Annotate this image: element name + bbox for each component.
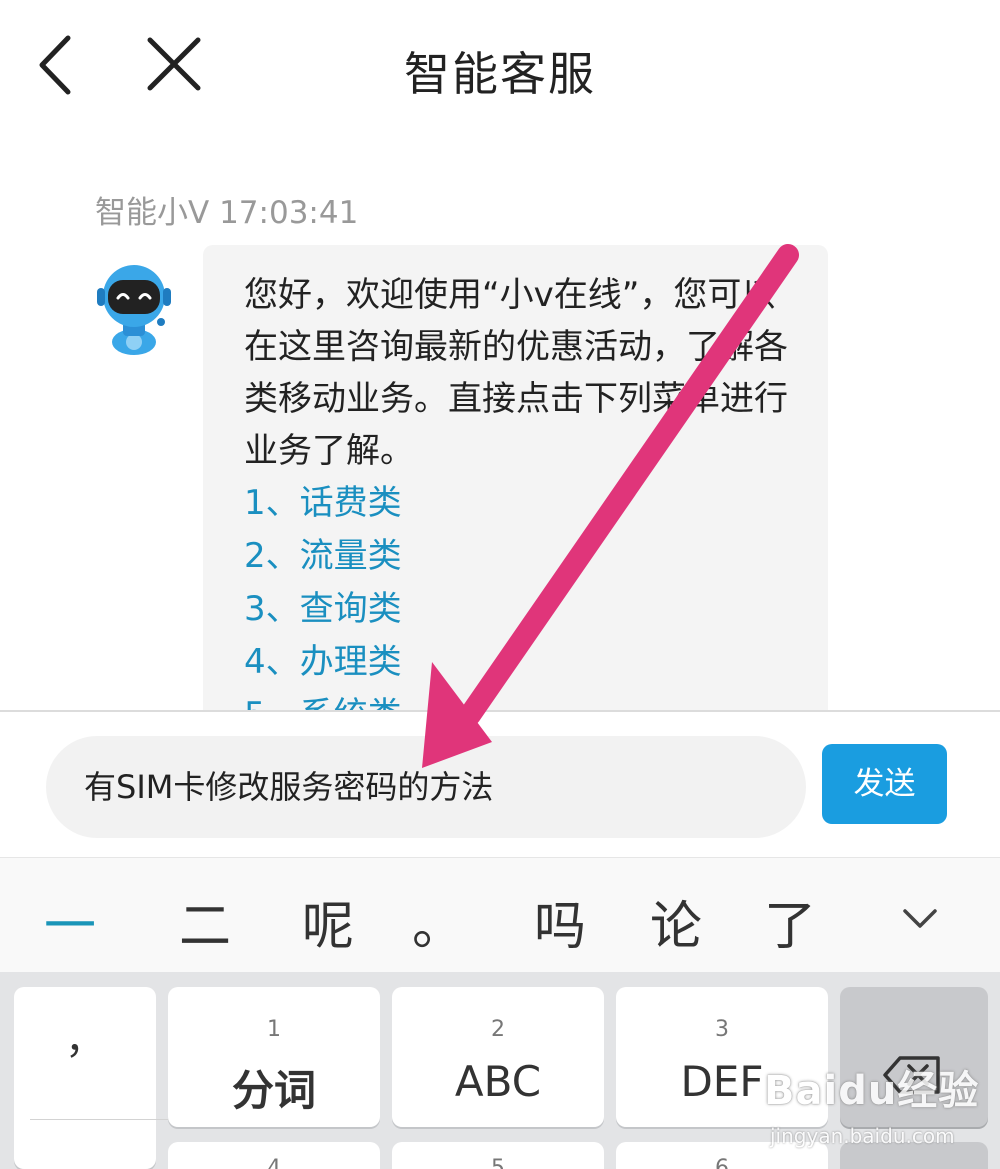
robot-avatar-icon bbox=[97, 265, 171, 355]
candidate-item[interactable]: 。 bbox=[398, 884, 478, 959]
chevron-down-icon[interactable] bbox=[893, 891, 947, 945]
key-label: ， bbox=[65, 1017, 105, 1063]
menu-item-query[interactable]: 3、查询类 bbox=[244, 583, 798, 636]
chat-area[interactable]: 智能小V 17:03:41 您好，欢迎使用“小v在线”，您可以在这里咨询最新的优… bbox=[0, 135, 1000, 710]
key-number: 5 bbox=[491, 1156, 505, 1169]
candidate-item[interactable]: 了 bbox=[750, 884, 830, 959]
key-4[interactable]: 4 bbox=[168, 1142, 380, 1169]
candidate-item[interactable]: 论 bbox=[636, 884, 716, 959]
key-punctuation[interactable]: ， bbox=[14, 987, 168, 1169]
candidate-item[interactable]: 一 bbox=[30, 884, 110, 959]
divider bbox=[30, 1119, 168, 1120]
key-1[interactable]: 1 分词 bbox=[168, 987, 380, 1127]
watermark-logo: Baidu经验 bbox=[764, 1068, 980, 1114]
sender-name: 智能小V bbox=[95, 195, 210, 231]
send-button[interactable]: 发送 bbox=[822, 744, 947, 824]
key-number: 1 bbox=[267, 1017, 281, 1042]
baidu-jingyan-watermark: Baidu经验 jingyan.baidu.com bbox=[764, 1058, 994, 1163]
candidate-item[interactable]: 吗 bbox=[520, 884, 600, 959]
key-number: 2 bbox=[491, 1017, 505, 1042]
message-input[interactable]: 有SIM卡修改服务密码的方法 bbox=[46, 736, 806, 838]
bot-message-text: 您好，欢迎使用“小v在线”，您可以在这里咨询最新的优惠活动，了解各类移动业务。直… bbox=[244, 275, 788, 471]
menu-item-traffic[interactable]: 2、流量类 bbox=[244, 530, 798, 583]
candidate-item[interactable]: 呢 bbox=[288, 884, 368, 959]
menu-item-fee[interactable]: 1、话费类 bbox=[244, 477, 798, 530]
app-header: 智能客服 bbox=[0, 0, 1000, 135]
key-2[interactable]: 2 ABC bbox=[392, 987, 604, 1127]
message-timestamp: 17:03:41 bbox=[219, 195, 359, 231]
bot-message-bubble: 您好，欢迎使用“小v在线”，您可以在这里咨询最新的优惠活动，了解各类移动业务。直… bbox=[203, 245, 828, 710]
key-number: 4 bbox=[267, 1156, 281, 1169]
menu-item-system[interactable]: 5、系统类 bbox=[244, 689, 798, 710]
menu-item-handle[interactable]: 4、办理类 bbox=[244, 636, 798, 689]
watermark-url: jingyan.baidu.com bbox=[770, 1124, 955, 1148]
key-label: ABC bbox=[454, 1057, 542, 1106]
input-bar: 有SIM卡修改服务密码的方法 发送 bbox=[0, 710, 1000, 857]
candidate-item[interactable]: 二 bbox=[165, 884, 245, 959]
message-meta: 智能小V 17:03:41 bbox=[95, 187, 358, 232]
key-5[interactable]: 5 bbox=[392, 1142, 604, 1169]
page-title: 智能客服 bbox=[404, 47, 596, 101]
ime-candidate-bar: 一 二 呢 。 吗 论 了 bbox=[0, 857, 1000, 972]
key-label: 分词 bbox=[231, 1066, 316, 1115]
key-number: 3 bbox=[715, 1017, 729, 1042]
